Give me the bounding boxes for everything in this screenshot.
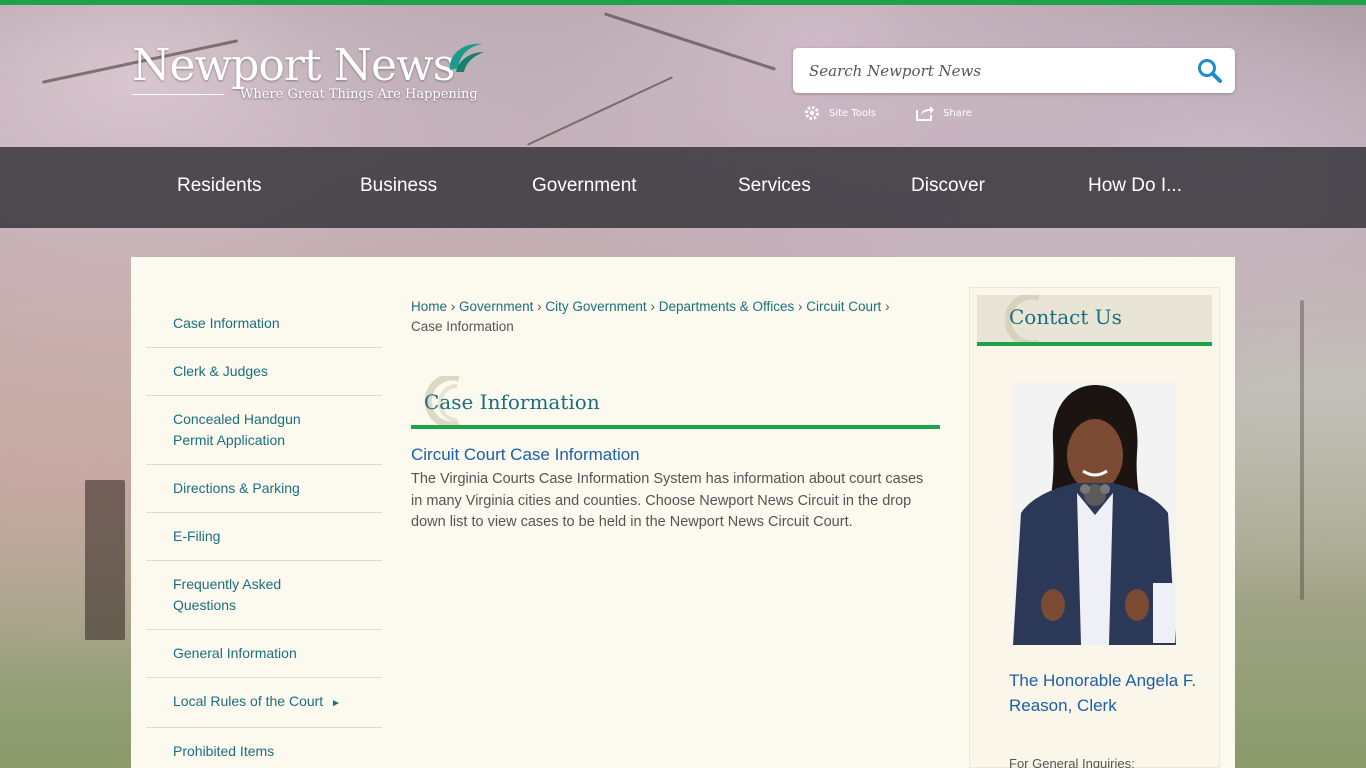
share-button[interactable]: Share: [915, 103, 972, 123]
nav-item-discover[interactable]: Discover: [911, 175, 985, 197]
sidebar-nav: Case Information Clerk & Judges Conceale…: [146, 300, 382, 768]
breadcrumb-separator: ›: [537, 299, 542, 314]
breadcrumb-home[interactable]: Home: [411, 299, 447, 314]
site-logo[interactable]: Newport News Where Great Things Are Happ…: [132, 40, 492, 110]
sidebar-item-local-rules[interactable]: Local Rules of the Court ►: [146, 678, 382, 728]
site-tools-label: Site Tools: [829, 107, 877, 119]
sidebar-item-clerk-judges[interactable]: Clerk & Judges: [146, 348, 382, 396]
circuit-court-case-information-link[interactable]: Circuit Court Case Information: [411, 445, 640, 465]
article-body: The Virginia Courts Case Information Sys…: [411, 471, 924, 530]
breadcrumb-separator: ›: [650, 299, 655, 314]
site-tools-button[interactable]: Site Tools: [803, 103, 876, 123]
logo-tagline: Where Great Things Are Happening: [240, 87, 478, 102]
breadcrumb-separator: ›: [450, 299, 456, 314]
breadcrumb-circuit-court[interactable]: Circuit Court: [806, 299, 881, 314]
search-icon[interactable]: [1195, 56, 1225, 86]
contact-header: Contact Us: [977, 295, 1212, 343]
breadcrumb-separator: ›: [885, 299, 890, 314]
sidebar-item-concealed-handgun[interactable]: Concealed Handgun Permit Application: [146, 396, 382, 465]
sidebar-item-label: Local Rules of the Court: [173, 693, 324, 709]
sidebar-item-case-information[interactable]: Case Information: [146, 300, 382, 348]
page-title-block: Case Information: [411, 376, 940, 430]
tree-branch-decoration: [1300, 300, 1304, 600]
nav-item-business[interactable]: Business: [360, 175, 437, 197]
main-navigation: Residents Business Government Services D…: [0, 147, 1366, 228]
contact-title-underline: [977, 342, 1212, 346]
sidebar-item-general-information[interactable]: General Information: [146, 630, 382, 678]
logo-swoosh-icon: [449, 43, 484, 72]
nav-item-government[interactable]: Government: [532, 175, 637, 197]
nav-item-residents[interactable]: Residents: [177, 175, 262, 197]
search-input[interactable]: [793, 48, 1183, 93]
search-box: [793, 48, 1235, 93]
logo-title: Newport News: [132, 40, 455, 91]
expand-arrow-icon: ►: [330, 698, 341, 709]
tree-branch-decoration: [85, 480, 125, 640]
title-underline: [411, 425, 940, 429]
sidebar-item-e-filing[interactable]: E-Filing: [146, 513, 382, 561]
clerk-photo: [1013, 383, 1176, 645]
sidebar-item-prohibited-items[interactable]: Prohibited Items: [146, 728, 382, 768]
sidebar-item-faq[interactable]: Frequently Asked Questions: [146, 561, 382, 630]
sidebar-item-directions-parking[interactable]: Directions & Parking: [146, 465, 382, 513]
nav-item-how-do-i[interactable]: How Do I...: [1088, 175, 1182, 197]
breadcrumb-city-government[interactable]: City Government: [545, 299, 646, 314]
breadcrumb-separator: ›: [798, 299, 803, 314]
logo-underline: [132, 94, 224, 95]
contact-title: Contact Us: [1009, 305, 1122, 329]
breadcrumb-government[interactable]: Government: [459, 299, 533, 314]
breadcrumb-departments-offices[interactable]: Departments & Offices: [659, 299, 795, 314]
breadcrumb: Home › Government › City Government › De…: [411, 297, 891, 337]
page-title: Case Information: [424, 390, 600, 414]
breadcrumb-current: Case Information: [411, 319, 514, 334]
share-icon: [916, 106, 934, 121]
general-inquiries-label: For General Inquiries:: [1009, 756, 1135, 768]
share-label: Share: [943, 107, 972, 119]
clerk-portrait-illustration: [1013, 383, 1176, 645]
gear-icon: [805, 106, 819, 120]
nav-item-services[interactable]: Services: [738, 175, 811, 197]
clerk-name-link[interactable]: The Honorable Angela F. Reason, Clerk: [1009, 669, 1199, 718]
